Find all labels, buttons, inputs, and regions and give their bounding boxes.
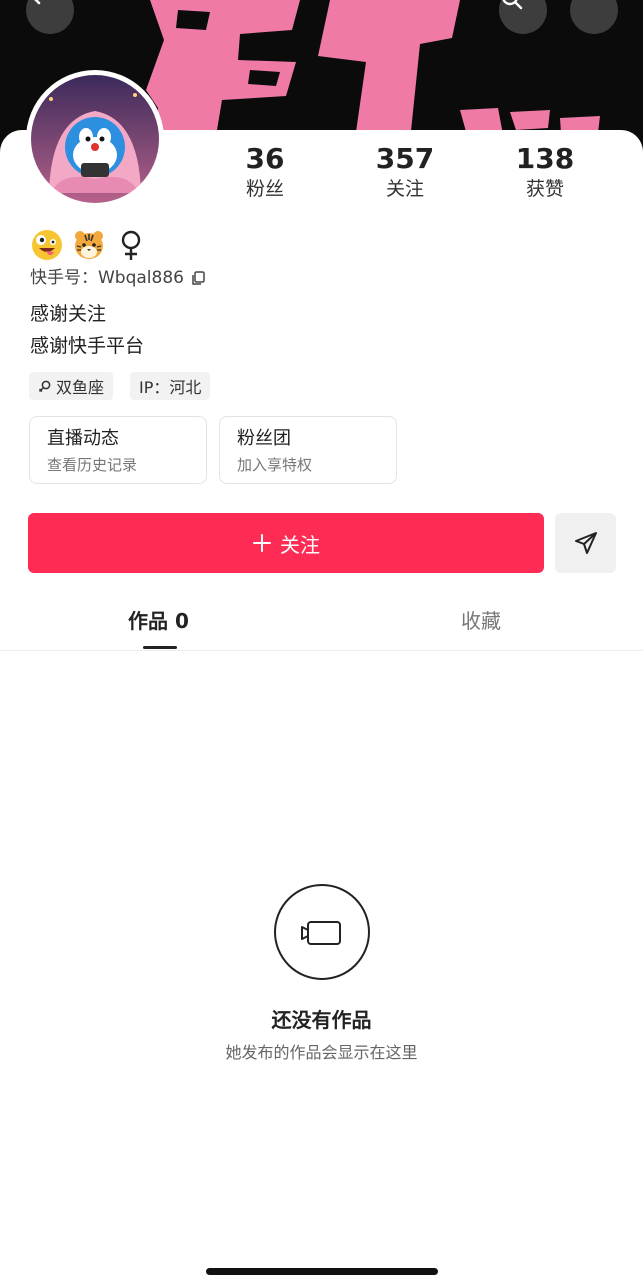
tab-favorites[interactable]: 收藏 bbox=[461, 606, 501, 636]
live-history-title: 直播动态 bbox=[47, 428, 119, 449]
tiger-face-emoji-icon bbox=[75, 231, 103, 259]
tag-ip-location: IP：河北 bbox=[130, 372, 211, 400]
send-icon bbox=[574, 532, 597, 554]
video-camera-icon bbox=[301, 921, 341, 945]
fan-club-subtitle: 加入享特权 bbox=[237, 456, 313, 474]
followers-count: 36 bbox=[245, 142, 285, 175]
name-emojis bbox=[30, 227, 148, 263]
home-indicator bbox=[206, 1268, 438, 1275]
live-history-card[interactable]: 直播动态 查看历史记录 bbox=[29, 416, 207, 484]
kuaishou-id: 快手号：Wbqal886 bbox=[30, 266, 206, 290]
bio-line: 感谢快手平台 bbox=[30, 335, 145, 357]
tab-divider bbox=[0, 650, 643, 651]
stat-likes[interactable]: 138 获赞 bbox=[485, 142, 605, 202]
tag-zodiac: 双鱼座 bbox=[29, 372, 114, 400]
empty-state-title: 还没有作品 bbox=[271, 1008, 372, 1032]
follow-button[interactable]: 关注 bbox=[28, 513, 544, 573]
avatar[interactable] bbox=[26, 70, 164, 208]
follow-button-label: 关注 bbox=[280, 532, 320, 557]
fan-club-card[interactable]: 粉丝团 加入享特权 bbox=[219, 416, 397, 484]
search-icon bbox=[502, 0, 523, 10]
likes-label: 获赞 bbox=[525, 178, 564, 200]
following-label: 关注 bbox=[385, 178, 424, 200]
empty-state-subtitle: 她发布的作品会显示在这里 bbox=[225, 1043, 418, 1062]
female-sign-icon bbox=[38, 380, 51, 393]
plus-icon bbox=[253, 534, 271, 552]
fan-club-title: 粉丝团 bbox=[237, 428, 291, 449]
tag-zodiac-label: 双鱼座 bbox=[56, 378, 105, 397]
zany-face-emoji-icon bbox=[32, 230, 62, 260]
following-count: 357 bbox=[375, 142, 435, 175]
empty-state-icon-wrapper bbox=[274, 884, 370, 980]
bio-line: 感谢关注 bbox=[30, 303, 107, 325]
chevron-left-icon bbox=[34, 0, 41, 5]
share-button[interactable] bbox=[555, 513, 616, 573]
tab-works[interactable]: 作品 0 bbox=[128, 606, 189, 636]
followers-label: 粉丝 bbox=[245, 178, 284, 200]
copy-icon[interactable] bbox=[190, 270, 206, 286]
stat-followers[interactable]: 36 粉丝 bbox=[205, 142, 325, 202]
stat-following[interactable]: 357 关注 bbox=[345, 142, 465, 202]
active-tab-indicator bbox=[143, 646, 177, 649]
avatar-image bbox=[31, 75, 159, 203]
kuaishou-id-text: 快手号：Wbqal886 bbox=[30, 268, 184, 288]
tag-ip-label: IP：河北 bbox=[139, 378, 202, 397]
live-history-subtitle: 查看历史记录 bbox=[47, 456, 138, 474]
likes-count: 138 bbox=[515, 142, 575, 175]
female-sign-icon bbox=[121, 230, 141, 260]
